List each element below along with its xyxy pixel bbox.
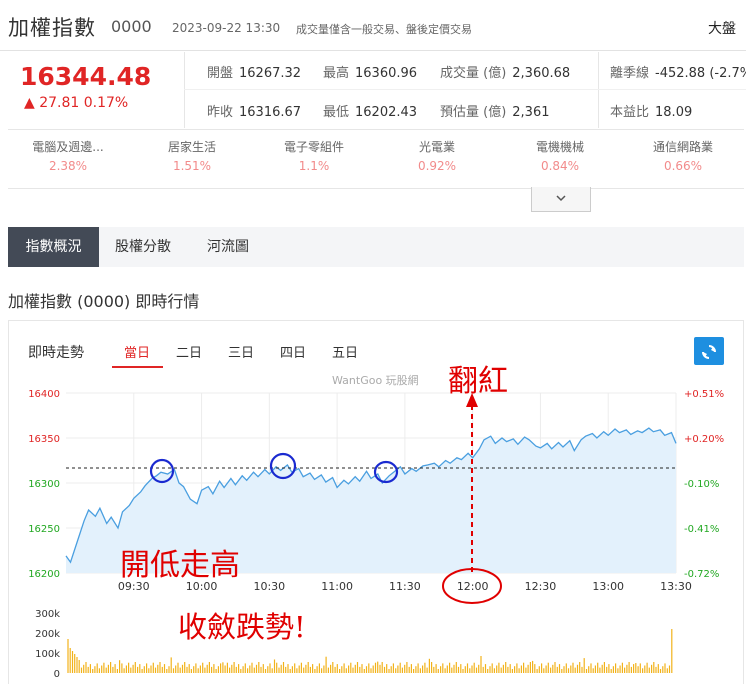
- x-tick-label: 13:00: [592, 580, 624, 593]
- volume-tick-label: 300k: [35, 609, 60, 620]
- y-tick-label: 16300: [28, 479, 60, 490]
- x-tick-label: 13:30: [660, 580, 692, 593]
- x-tick-label: 12:30: [525, 580, 557, 593]
- annotation-turn-red: 翻紅: [448, 364, 508, 399]
- annotation-open-low-close-high: 開低走高: [120, 548, 240, 583]
- right-tick-label: +0.20%: [684, 434, 724, 445]
- y-tick-label: 16250: [28, 524, 60, 535]
- annotation-narrow-losses: 收斂跌勢!: [178, 610, 306, 644]
- right-tick-label: -0.10%: [684, 479, 719, 490]
- volume-tick-label: 200k: [35, 629, 60, 640]
- y-tick-label: 16350: [28, 434, 60, 445]
- intraday-chart: 16200 -0.72% 16250 -0.41% 16300 -0.10% 16350 +0…: [28, 389, 724, 680]
- right-tick-label: +0.51%: [684, 389, 724, 400]
- y-tick-label: 16400: [28, 389, 60, 400]
- x-tick-label: 11:30: [389, 580, 421, 593]
- right-tick-label: -0.41%: [684, 524, 719, 535]
- volume-tick-label: 100k: [35, 649, 60, 660]
- y-tick-label: 16200: [28, 569, 60, 580]
- x-tick-label: 12:00: [457, 580, 489, 593]
- x-tick-label: 11:00: [321, 580, 353, 593]
- x-tick-label: 10:30: [253, 580, 285, 593]
- volume-tick-label: 0: [54, 669, 60, 680]
- right-tick-label: -0.72%: [684, 569, 719, 580]
